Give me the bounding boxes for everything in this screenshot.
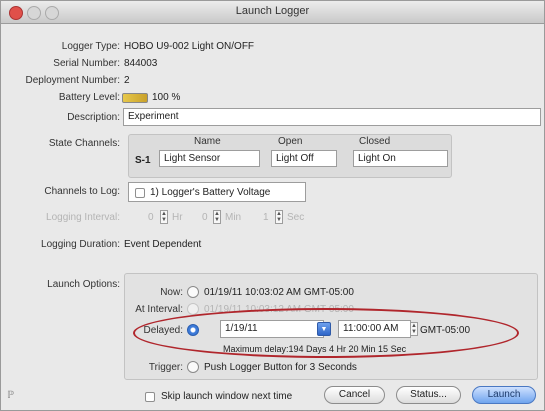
skip-launch-window-label: Skip launch window next time	[161, 391, 293, 402]
logging-duration-value: Event Dependent	[124, 239, 202, 250]
launch-logger-window: Launch Logger Logger Type: HOBO U9-002 L…	[0, 0, 545, 411]
at-interval-radio[interactable]	[187, 303, 199, 315]
trigger-radio[interactable]	[187, 361, 199, 373]
battery-level-label: Battery Level:	[58, 92, 120, 103]
state-open-header: Open	[278, 136, 303, 147]
state-channels-label: State Channels:	[48, 138, 120, 149]
now-label: Now:	[160, 287, 183, 298]
state-closed-header: Closed	[359, 136, 391, 147]
description-label: Description:	[67, 112, 120, 123]
interval-min-unit: Min	[225, 212, 242, 223]
serial-number-label: Serial Number:	[53, 58, 120, 69]
state-closed-input[interactable]: Light On	[353, 150, 448, 167]
state-name-input[interactable]: Light Sensor	[159, 150, 260, 167]
serial-number-value: 844003	[124, 58, 158, 69]
launch-button[interactable]: Launch	[472, 386, 536, 404]
logger-type-value: HOBO U9-002 Light ON/OFF	[124, 41, 255, 52]
description-input[interactable]: Experiment	[123, 108, 541, 126]
status-button[interactable]: Status...	[396, 386, 461, 404]
now-value: 01/19/11 10:03:02 AM GMT-05:00	[204, 287, 354, 298]
now-radio[interactable]	[187, 286, 199, 298]
interval-sec-value: 1	[263, 212, 269, 223]
cancel-button[interactable]: Cancel	[324, 386, 385, 404]
deployment-number-value: 2	[124, 75, 130, 86]
logging-duration-label: Logging Duration:	[41, 239, 120, 250]
battery-level-value: 100 %	[152, 92, 181, 103]
state-open-input[interactable]: Light Off	[271, 150, 337, 167]
deployment-number-label: Deployment Number:	[25, 75, 120, 86]
interval-min-value: 0	[202, 212, 208, 223]
state-channel-id: S-1	[135, 155, 151, 166]
interval-hr-unit: Hr	[172, 212, 183, 223]
highlight-ellipse	[133, 308, 519, 358]
battery-icon	[122, 93, 148, 103]
battery-voltage-checkbox[interactable]	[135, 188, 145, 198]
trigger-value: Push Logger Button for 3 Seconds	[204, 362, 357, 373]
window-title: Launch Logger	[235, 5, 310, 17]
logger-type-label: Logger Type:	[61, 41, 120, 52]
trigger-label: Trigger:	[148, 362, 183, 373]
skip-launch-window-checkbox[interactable]	[145, 392, 155, 402]
title-bar: Launch Logger	[1, 1, 544, 24]
state-name-header: Name	[194, 136, 221, 147]
help-icon[interactable]: ℙ	[7, 390, 14, 401]
interval-sec-unit: Sec	[287, 212, 305, 223]
logging-interval-label: Logging Interval:	[46, 212, 120, 223]
interval-hr-value: 0	[148, 212, 154, 223]
interval-sec-stepper[interactable]: ▲ ▼	[275, 210, 283, 224]
interval-min-stepper[interactable]: ▲ ▼	[213, 210, 221, 224]
channels-to-log-label: Channels to Log:	[44, 186, 120, 197]
interval-hr-stepper[interactable]: ▲ ▼	[160, 210, 168, 224]
at-interval-label: At Interval:	[135, 304, 183, 315]
battery-voltage-channel-label: 1) Logger's Battery Voltage	[150, 187, 271, 198]
